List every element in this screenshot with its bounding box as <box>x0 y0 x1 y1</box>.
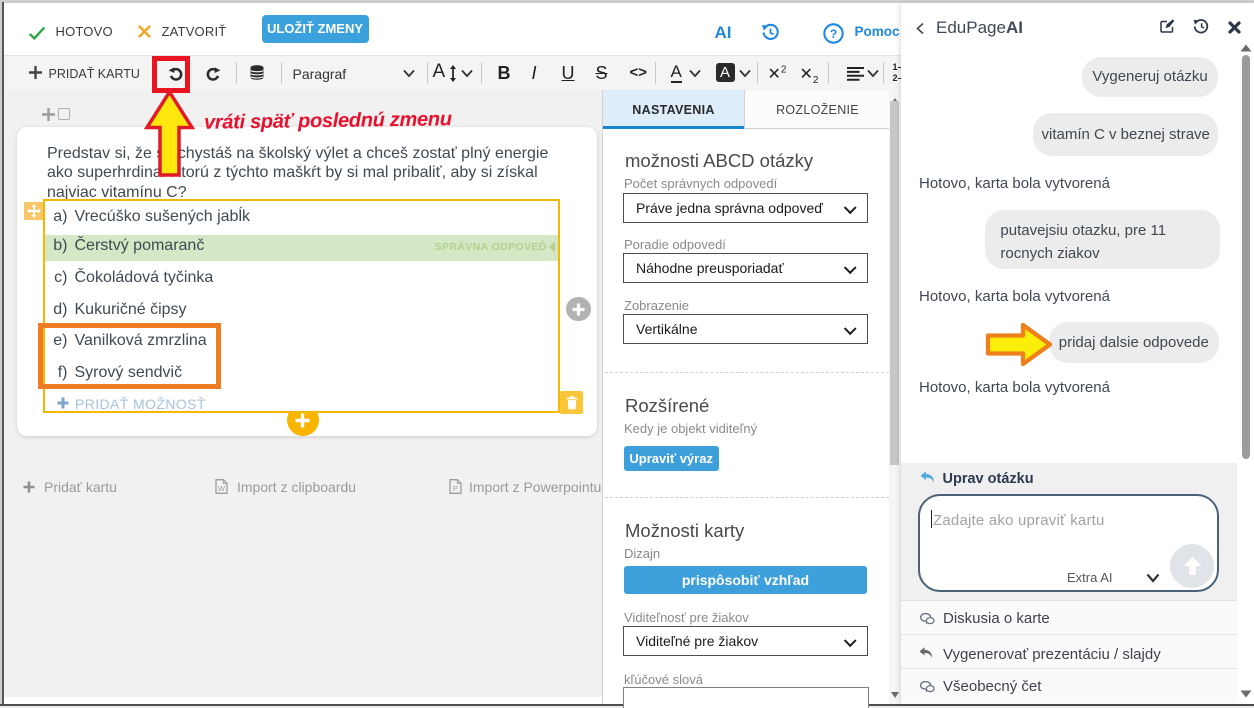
svg-text:?: ? <box>829 27 837 41</box>
svg-text:W: W <box>218 484 226 493</box>
svg-text:P: P <box>453 484 458 493</box>
